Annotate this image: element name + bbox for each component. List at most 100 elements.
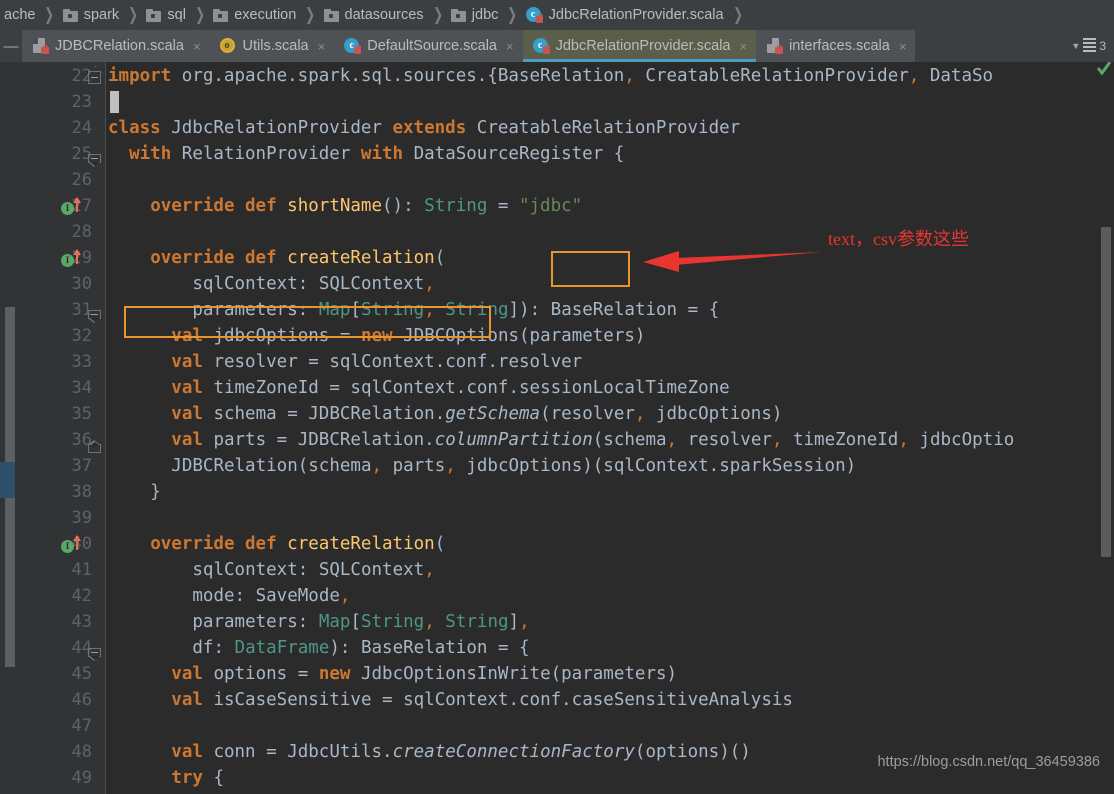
code-token: ( [434,248,446,268]
code-line[interactable]: } [150,479,161,505]
tab-list-icon[interactable] [1083,38,1097,54]
code-token: import [108,66,182,86]
code-token: val [171,690,214,710]
close-icon[interactable]: × [506,40,514,53]
code-token: ): BaseRelation = { [329,638,530,658]
code-line[interactable]: df: DataFrame): BaseRelation = { [192,635,529,661]
editor-tab-0[interactable]: JDBCRelation.scala × [22,30,210,62]
inspection-ok-checkmark-icon[interactable] [1096,62,1112,77]
code-token: getSchema [445,404,541,424]
chevron-down-icon[interactable]: ▼ [1071,41,1080,51]
scala-object-icon: o [219,38,237,54]
breadcrumb-item-6[interactable]: c JdbcRelationProvider.scala [522,0,726,30]
code-line[interactable]: val schema = JDBCRelation.getSchema(reso… [171,401,782,427]
code-token: , [424,560,435,580]
code-token: val [171,404,214,424]
implementing-method-icon[interactable]: I [61,197,81,219]
close-icon[interactable]: × [739,40,747,53]
code-token: columnPartition [434,430,593,450]
breadcrumb-item-2[interactable]: sql [142,0,188,30]
editor-tab-label: JdbcRelationProvider.scala [555,38,731,54]
code-line[interactable]: override def createRelation( [150,245,445,271]
editor-tab-2[interactable]: c DefaultSource.scala × [334,30,523,62]
line-number: 47 [71,716,92,736]
close-icon[interactable]: × [318,40,326,53]
breadcrumb-item-0[interactable]: ache [0,0,37,30]
code-line[interactable]: val isCaseSensitive = sqlContext.conf.ca… [171,687,793,713]
breadcrumb-item-3[interactable]: execution [209,0,298,30]
code-fold-end-icon[interactable] [88,310,101,323]
code-token: RelationProvider [181,144,361,164]
editor-tab-4[interactable]: interfaces.scala × [756,30,916,62]
line-number: 23 [71,92,92,112]
code-line[interactable]: try { [171,765,224,791]
line-number: 45 [71,664,92,684]
code-fold-up-icon[interactable] [88,440,101,453]
code-line[interactable]: JDBCRelation(schema, parts, jdbcOptions)… [171,453,856,479]
editor-tab-3[interactable]: c JdbcRelationProvider.scala × [522,30,757,62]
tab-list-controls[interactable]: ▼ 3 [1071,30,1114,62]
code-line[interactable]: val conn = JdbcUtils.createConnectionFac… [171,739,751,765]
code-token: shortName [287,196,382,216]
code-line[interactable]: import org.apache.spark.sql.sources.{Bas… [108,63,993,89]
code-token: , [371,456,383,476]
scala-file-icon [766,38,784,54]
code-line[interactable]: val resolver = sqlContext.conf.resolver [171,349,582,375]
code-line[interactable]: override def shortName(): String = "jdbc… [150,193,582,219]
code-token: createConnectionFactory [392,742,635,762]
code-token: parts [382,456,446,476]
code-token: def [245,196,288,216]
breadcrumb-item-1[interactable]: spark [59,0,121,30]
code-line[interactable]: with RelationProvider with DataSourceReg… [129,141,624,167]
code-line[interactable]: sqlContext: SQLContext, [192,557,434,583]
code-token: options = [213,664,319,684]
breadcrumb-item-label: datasources [344,7,424,23]
editor-tab-1[interactable]: o Utils.scala × [209,30,335,62]
scrollbar-thumb[interactable] [1101,227,1111,557]
breadcrumb-separator-icon: ❯ [195,5,206,24]
code-token: ]): BaseRelation = { [508,300,720,320]
line-number: 26 [71,170,92,190]
code-editor[interactable]: 22 23 24 25 26 27 I 28 29 I 30 31 32 33 34 35 36 37 38 39 40… [0,62,1114,794]
breadcrumb-item-4[interactable]: datasources [320,0,426,30]
code-fold-end-icon[interactable] [88,154,101,167]
code-token: val [171,352,214,372]
code-fold-icon[interactable] [88,71,101,84]
folder-icon [62,8,78,22]
code-line[interactable]: sqlContext: SQLContext, [192,271,434,297]
code-line[interactable]: val options = new JdbcOptionsInWrite(par… [171,661,677,687]
editor-left-marker-strip[interactable] [0,62,20,794]
code-token: sqlContext: SQLContext [192,274,425,294]
code-text-area[interactable]: import org.apache.spark.sql.sources.{Bas… [106,62,1114,794]
breadcrumb-item-label: JdbcRelationProvider.scala [548,7,724,23]
code-line[interactable]: class JdbcRelationProvider extends Creat… [108,115,740,141]
code-token: { [487,66,498,86]
line-number: 32 [71,326,92,346]
editor-vertical-scrollbar[interactable] [1100,62,1112,794]
code-line[interactable]: override def createRelation( [150,531,445,557]
code-token: val [171,664,214,684]
implementing-method-icon[interactable]: I [61,535,81,557]
tab-scroll-left-button[interactable]: — [0,30,22,62]
code-line[interactable]: val parts = JDBCRelation.columnPartition… [171,427,1014,453]
annotation-arrow [637,247,822,273]
code-line[interactable]: parameters: Map[String, String], [192,609,529,635]
folder-icon [146,8,162,22]
code-token: ( [434,534,446,554]
implementing-method-icon[interactable]: I [61,249,81,271]
code-token: timeZoneId [782,430,899,450]
code-token: , [445,456,456,476]
ide-window: ache ❯ spark ❯ sql ❯ execution ❯ datasources ❯ jdb… [0,0,1114,794]
close-icon[interactable]: × [899,40,907,53]
editor-tab-label: JDBCRelation.scala [55,38,184,54]
code-token: jdbcOptions)(sqlContext.sparkSession) [455,456,857,476]
editor-gutter[interactable]: 22 23 24 25 26 27 I 28 29 I 30 31 32 33 34 35 36 37 38 39 40… [20,62,106,794]
close-icon[interactable]: × [193,40,201,53]
breadcrumb-item-5[interactable]: jdbc [447,0,501,30]
code-token: val [171,430,214,450]
code-fold-end-icon[interactable] [88,648,101,661]
code-line[interactable]: val timeZoneId = sqlContext.conf.session… [171,375,729,401]
code-line[interactable]: mode: SaveMode, [192,583,350,609]
code-token: BaseRelation [497,66,625,86]
annotation-text: text，csv参数这些 [828,229,969,249]
